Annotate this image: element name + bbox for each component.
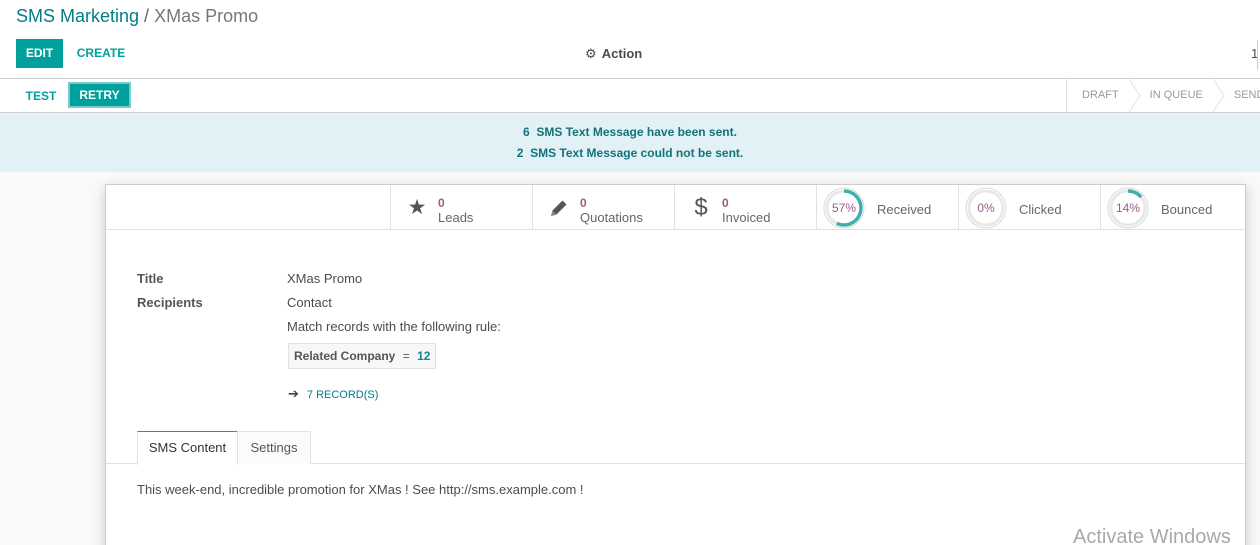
pager-divider xyxy=(1257,40,1258,70)
rule-description: Match records with the following rule: xyxy=(287,319,501,334)
edit-button[interactable]: EDIT xyxy=(16,39,63,68)
quotations-label: Quotations xyxy=(580,210,643,225)
domain-rule: Related Company = 12 xyxy=(288,343,437,369)
dollar-icon: $ xyxy=(694,194,708,221)
breadcrumb-sms-marketing[interactable]: SMS Marketing xyxy=(16,6,139,26)
stage-bar: DRAFT IN QUEUE SENDING xyxy=(1066,79,1260,112)
sms-status-alert: 6 SMS Text Message have been sent. 2 SMS… xyxy=(0,113,1260,172)
retry-button[interactable]: RETRY xyxy=(68,82,131,108)
quotations-count: 0 xyxy=(580,196,587,210)
pencil-icon xyxy=(548,197,570,219)
tab-settings[interactable]: Settings xyxy=(237,431,311,464)
alert-sent-text: SMS Text Message have been sent. xyxy=(536,125,737,139)
stage-sending-label: SENDING xyxy=(1233,89,1260,101)
clicked-percent: 0% xyxy=(977,201,995,215)
received-percent: 57% xyxy=(831,201,857,215)
test-button[interactable]: TEST xyxy=(16,84,66,108)
gear-icon: ⚙ xyxy=(585,46,597,61)
sms-content-text: This week-end, incredible promotion for … xyxy=(137,482,584,497)
alert-failed-line: 2 SMS Text Message could not be sent. xyxy=(0,146,1260,160)
stage-draft[interactable]: DRAFT xyxy=(1067,79,1141,112)
star-icon: ★ xyxy=(407,196,427,219)
records-link[interactable]: ➔ 7 RECORD(S) xyxy=(288,386,378,402)
domain-operator: = xyxy=(402,349,410,363)
breadcrumb: SMS Marketing / XMas Promo xyxy=(16,6,258,27)
bounced-percent: 14% xyxy=(1115,201,1141,215)
domain-field: Related Company xyxy=(294,349,396,363)
bounced-label: Bounced xyxy=(1161,202,1213,217)
title-label: Title xyxy=(137,271,164,286)
action-menu-label: Action xyxy=(601,46,643,61)
alert-sent-count: 6 xyxy=(523,125,530,139)
records-link-label: 7 RECORD(S) xyxy=(306,389,379,401)
stage-in-queue[interactable]: IN QUEUE xyxy=(1135,79,1225,112)
stat-button-box: ★ 0 Leads 0 Quotations $ 0 Invoiced 57% … xyxy=(106,185,1245,230)
create-button[interactable]: CREATE xyxy=(71,39,131,68)
arrow-right-icon: ➔ xyxy=(288,386,299,401)
form-sheet: ★ 0 Leads 0 Quotations $ 0 Invoiced 57% … xyxy=(105,184,1246,545)
recipients-value: Contact xyxy=(287,295,332,310)
invoiced-label: Invoiced xyxy=(722,210,771,225)
clicked-label: Clicked xyxy=(1019,202,1062,217)
leads-label: Leads xyxy=(438,210,474,225)
activate-windows-watermark: Activate Windows xyxy=(1073,526,1231,545)
received-stat-button[interactable]: 57% Received xyxy=(816,185,959,230)
leads-count: 0 xyxy=(438,196,445,210)
stage-in-queue-label: IN QUEUE xyxy=(1149,89,1203,101)
action-menu[interactable]: ⚙ Action xyxy=(585,46,642,62)
alert-sent-line: 6 SMS Text Message have been sent. xyxy=(0,125,1260,139)
stage-draft-label: DRAFT xyxy=(1082,89,1119,101)
stage-sending[interactable]: SENDING xyxy=(1219,79,1260,112)
alert-failed-count: 2 xyxy=(516,146,524,160)
received-label: Received xyxy=(877,202,932,217)
leads-stat-button[interactable]: ★ 0 Leads xyxy=(390,185,533,230)
tab-sms-content[interactable]: SMS Content xyxy=(137,431,238,465)
recipients-label: Recipients xyxy=(137,295,203,310)
alert-failed-text: SMS Text Message could not be sent. xyxy=(530,146,744,160)
title-value: XMas Promo xyxy=(287,271,363,286)
domain-value: 12 xyxy=(417,349,431,363)
chevron-right-icon xyxy=(1212,79,1225,112)
breadcrumb-separator: / xyxy=(144,6,150,26)
form-statusbar: TEST RETRY DRAFT IN QUEUE SENDING xyxy=(0,79,1260,113)
bounced-stat-button[interactable]: 14% Bounced xyxy=(1100,185,1245,230)
chevron-right-icon xyxy=(1128,79,1141,112)
invoiced-stat-button[interactable]: $ 0 Invoiced xyxy=(674,185,817,230)
quotations-stat-button[interactable]: 0 Quotations xyxy=(532,185,675,230)
control-panel: SMS Marketing / XMas Promo EDIT CREATE ⚙ A… xyxy=(0,0,1260,79)
breadcrumb-current: XMas Promo xyxy=(154,6,259,26)
clicked-stat-button[interactable]: 0% Clicked xyxy=(958,185,1101,230)
invoiced-count: 0 xyxy=(722,196,729,210)
